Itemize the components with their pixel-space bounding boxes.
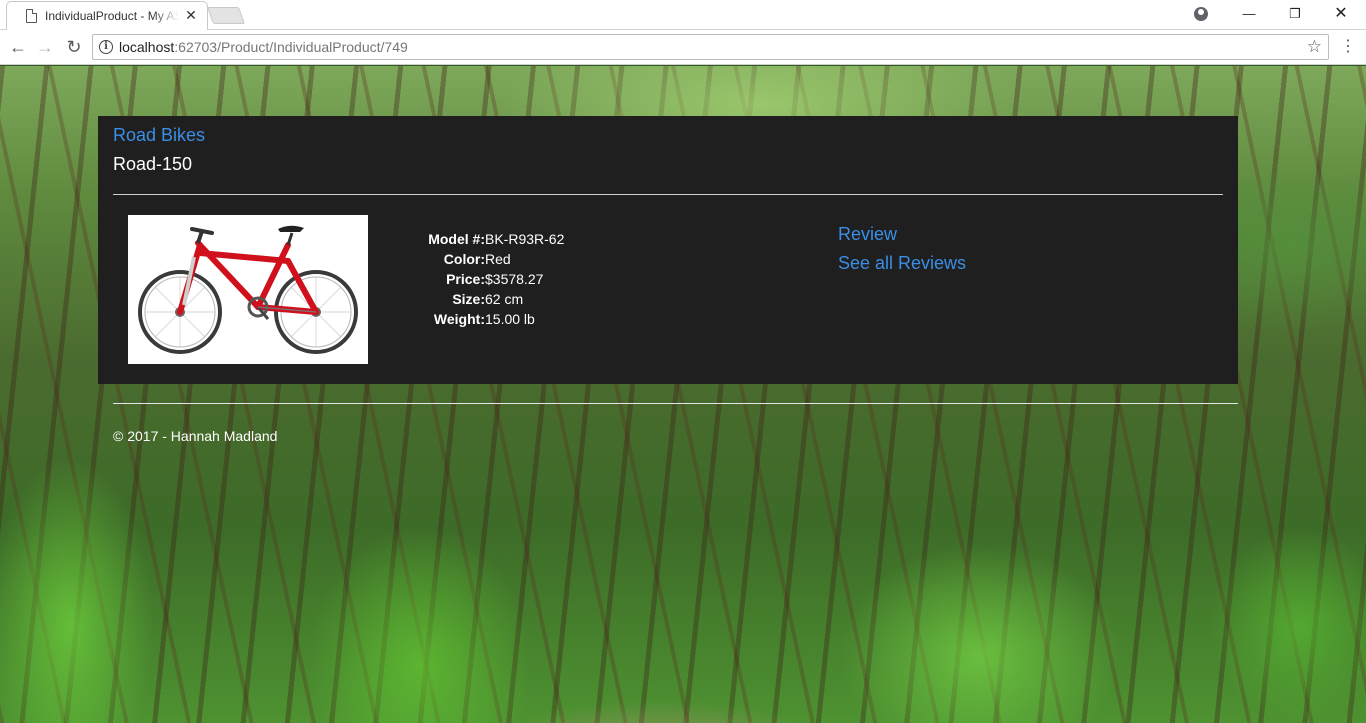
info-icon[interactable]: i	[99, 40, 113, 54]
forward-icon[interactable]: →	[32, 35, 58, 59]
restore-icon[interactable]: ❐	[1272, 0, 1318, 28]
url-path: :62703/Product/IndividualProduct/749	[174, 39, 408, 55]
tab-strip: IndividualProduct - My ASP.NET Applicati…	[0, 0, 1366, 30]
spec-label: Price:	[446, 271, 485, 287]
close-tab-icon[interactable]: ✕	[183, 7, 199, 23]
review-link[interactable]: Review	[838, 224, 897, 245]
bicycle-image	[138, 225, 358, 354]
url-text[interactable]: localhost:62703/Product/IndividualProduc…	[119, 39, 408, 55]
browser-toolbar: ← → ↻ i localhost:62703/Product/Individu…	[0, 30, 1366, 65]
tab-title: IndividualProduct - My ASP.NET Applicati…	[45, 9, 179, 23]
footer-divider	[113, 403, 1238, 404]
back-icon[interactable]: ←	[5, 35, 31, 59]
browser-tab[interactable]: IndividualProduct - My ASP.NET Applicati…	[6, 1, 208, 30]
product-image	[128, 215, 368, 364]
close-window-icon[interactable]: ✕	[1318, 0, 1364, 28]
kebab-menu-icon[interactable]: ⋮	[1340, 35, 1356, 59]
spec-value: 62 cm	[485, 291, 524, 307]
spec-label: Weight:	[433, 311, 485, 327]
page-background: Road Bikes Road-150 Model #: BK-R93R-62 …	[0, 66, 1366, 723]
minimize-icon[interactable]: —	[1226, 0, 1272, 28]
address-bar[interactable]: i localhost:62703/Product/IndividualProd…	[92, 34, 1329, 60]
url-host: localhost	[119, 39, 175, 55]
footer-copyright: © 2017 - Hannah Madland	[113, 428, 278, 444]
product-title: Road-150	[113, 154, 193, 174]
spec-value: $3578.27	[485, 271, 544, 287]
star-icon[interactable]: ☆	[1307, 37, 1322, 57]
category-link[interactable]: Road Bikes	[113, 125, 205, 146]
profile-icon[interactable]	[1194, 7, 1208, 21]
divider	[113, 194, 1223, 195]
see-all-reviews-link[interactable]: See all Reviews	[838, 253, 966, 274]
spec-label: Color:	[443, 251, 485, 267]
product-panel: Road Bikes Road-150 Model #: BK-R93R-62 …	[98, 116, 1238, 384]
spec-label: Model #:	[428, 231, 485, 247]
new-tab-button[interactable]	[206, 7, 246, 24]
reload-icon[interactable]: ↻	[61, 35, 87, 59]
spec-value: BK-R93R-62	[485, 231, 565, 247]
spec-value: 15.00 lb	[485, 311, 535, 327]
page-icon	[26, 9, 37, 23]
spec-label: Size:	[452, 291, 485, 307]
spec-value: Red	[485, 251, 511, 267]
